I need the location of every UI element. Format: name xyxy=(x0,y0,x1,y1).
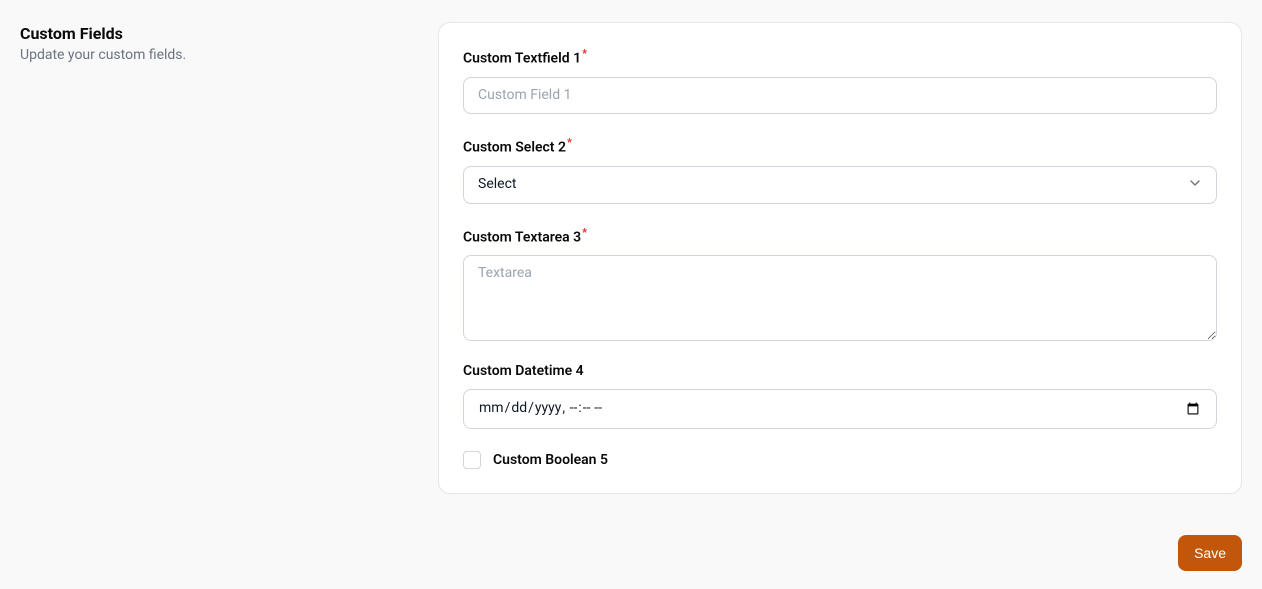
custom-textarea-3-label: Custom Textarea 3* xyxy=(463,226,1217,246)
custom-datetime-4-label: Custom Datetime 4 xyxy=(463,363,1217,379)
save-button[interactable]: Save xyxy=(1178,535,1242,571)
label-text: Custom Select 2 xyxy=(463,140,566,156)
custom-select-2-label: Custom Select 2* xyxy=(463,136,1217,156)
label-text: Custom Textarea 3 xyxy=(463,229,581,245)
required-star: * xyxy=(582,226,587,239)
custom-datetime-4-input[interactable] xyxy=(463,389,1217,429)
custom-fields-card: Custom Textfield 1* Custom Select 2* Sel… xyxy=(438,22,1242,494)
label-text: Custom Datetime 4 xyxy=(463,363,584,379)
custom-textfield-1-input[interactable] xyxy=(463,77,1217,115)
custom-textarea-3-input[interactable] xyxy=(463,255,1217,341)
required-star: * xyxy=(582,47,587,60)
page-title: Custom Fields xyxy=(20,24,410,43)
custom-boolean-5-row: Custom Boolean 5 xyxy=(463,451,1217,469)
custom-boolean-5-checkbox[interactable] xyxy=(463,451,481,469)
custom-textfield-1-label: Custom Textfield 1* xyxy=(463,47,1217,67)
label-text: Custom Textfield 1 xyxy=(463,51,581,67)
custom-select-2-input[interactable]: Select xyxy=(463,166,1217,204)
required-star: * xyxy=(567,136,572,149)
page-subtitle: Update your custom fields. xyxy=(20,47,410,63)
custom-boolean-5-label[interactable]: Custom Boolean 5 xyxy=(493,452,608,468)
